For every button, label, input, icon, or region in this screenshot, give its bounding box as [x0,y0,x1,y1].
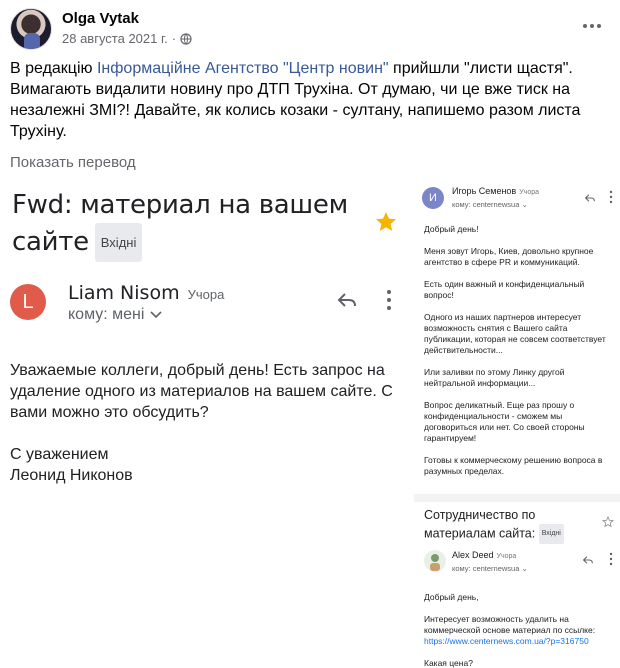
email-paragraph: Добрый день! [424,224,479,234]
recipient-text: кому: centernewsua [452,564,520,573]
recipient-line[interactable]: кому: centernewsua ⌄ [452,564,528,573]
email-screenshot-right-top: И Игорь Семенов Учора кому: centernewsua … [414,184,620,494]
author-name[interactable]: Olga Vytak [62,10,139,27]
more-vert-icon[interactable] [608,190,614,204]
more-options-icon[interactable] [578,12,606,40]
recipient-text: кому: centernewsua [452,200,520,209]
article-link[interactable]: https://www.centernews.com.ua/?p=316750 [424,636,589,646]
email-signature: С уважением Леонид Никонов [10,446,133,484]
more-vert-icon[interactable] [382,288,396,312]
sender-name-text: Игорь Семенов [452,186,517,196]
recipient-line[interactable]: кому: мені [68,306,163,324]
sender-avatar: L [10,284,46,320]
email-subject-text: Fwd: материал на вашем сайте [12,190,348,257]
email-paragraph: Одного из наших партнеров интересует воз… [424,312,606,355]
sender-avatar: И [422,187,444,209]
email-body: Уважаемые коллеги, добрый день! Есть зап… [10,360,395,507]
email-paragraph: Или заливки по этому Линку другой нейтра… [424,367,565,388]
chevron-down-icon[interactable]: ⌄ [521,200,527,209]
post-text: В редакцію Інформаційне Агентство "Центр… [10,58,610,142]
reply-icon[interactable] [336,289,358,311]
show-translation-link[interactable]: Показать перевод [10,154,136,171]
email-subject-text: Сотрудничество по материалам сайта: [424,508,536,541]
globe-icon[interactable] [180,32,192,45]
recipient-line[interactable]: кому: centernewsua ⌄ [452,200,528,209]
email-greeting: Добрый день, [424,592,479,602]
email-time: Учора [519,189,539,196]
email-paragraph: Готовы к коммерческому решению вопроса в… [424,455,603,476]
chevron-down-icon[interactable] [150,311,163,319]
star-outline-icon[interactable] [602,516,614,528]
email-time: Учора [496,553,517,560]
email-paragraph: Есть один важный и конфиденциальный вопр… [424,279,585,300]
agency-link[interactable]: Інформаційне Агентство "Центр новин" [97,60,389,77]
screenshot-divider [414,494,620,502]
recipient-text: кому: мені [68,306,145,323]
email-body: Добрый день, Интересует возможность удал… [424,592,616,668]
email-paragraph: Вопрос деликатный. Еще раз прошу о конфи… [424,400,585,443]
email-screenshot-right-bottom: Сотрудничество по материалам сайта: Вхід… [414,502,620,668]
star-icon[interactable] [374,210,398,234]
meta-separator: · [171,31,177,46]
email-body-paragraph: Уважаемые коллеги, добрый день! Есть зап… [10,362,393,421]
post-meta: 28 августа 2021 г. · [62,31,192,46]
email-question: Какая цена? [424,658,473,668]
more-vert-icon[interactable] [608,552,614,566]
post-date[interactable]: 28 августа 2021 г. [62,31,168,46]
email-subject: Сотрудничество по материалам сайта: Вхід… [424,506,604,544]
reply-icon[interactable] [584,192,596,204]
inbox-label-chip[interactable]: Вхідні [94,223,143,262]
email-paragraph: Меня зовут Игорь, Киев, довольно крупное… [424,246,594,267]
email-paragraph: Интересует возможность удалить на коммер… [424,614,616,647]
reply-icon[interactable] [582,554,594,566]
post-text-part1: В редакцію [10,60,97,77]
email-time: Учора [187,287,225,302]
sender-avatar [424,550,446,572]
chevron-down-icon[interactable]: ⌄ [521,564,527,573]
sender-name-text: Liam Nisom [68,282,180,304]
sender-name-text: Alex Deed [452,550,494,560]
email-subject: Fwd: материал на вашем сайте Вхідні [12,188,352,262]
email-body: Добрый день! Меня зовут Игорь, Киев, дов… [424,224,614,488]
sender-name: Alex Deed Учора [452,550,516,560]
email-body-text: Интересует возможность удалить на коммер… [424,614,596,635]
post-header: Olga Vytak 28 августа 2021 г. · [10,8,610,52]
sender-name: Liam Nisom Учора [68,282,224,304]
email-screenshot-left: Fwd: материал на вашем сайте Вхідні L Lia… [0,184,410,668]
author-avatar[interactable] [10,8,52,50]
inbox-label-chip[interactable]: Вхідні [538,524,564,544]
sender-name: Игорь Семенов Учора [452,186,539,196]
